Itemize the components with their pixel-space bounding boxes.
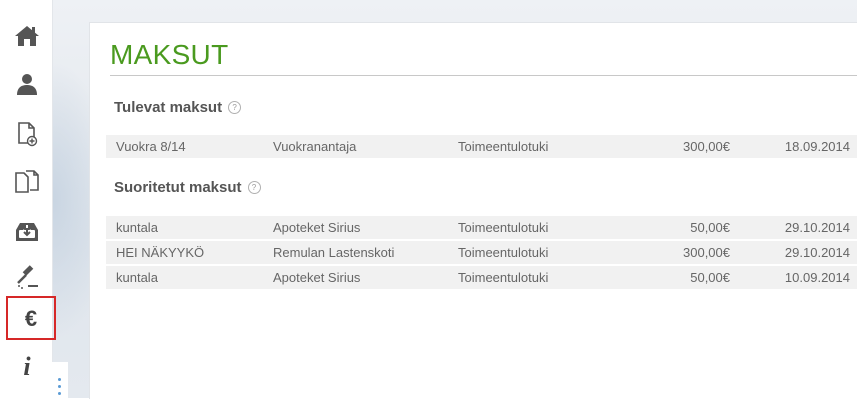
sidebar-item-payments[interactable]: € [6,296,56,340]
payment-date: 29.10.2014 [784,220,850,235]
upcoming-heading-label: Tulevat maksut [114,99,223,116]
inbox-download-icon [16,223,38,241]
payment-date: 18.09.2014 [784,139,850,154]
sidebar-item-home[interactable] [6,14,48,58]
table-row[interactable]: HEI NÄKYYKÖ Remulan Lastenskoti Toimeent… [106,241,857,266]
payments-panel: MAKSUT Tulevat maksut ? Vuokra 8/14 Vuok… [89,22,857,399]
help-icon[interactable]: ? [247,181,261,194]
completed-payments-table: kuntala Apoteket Sirius Toimeentulotuki … [106,216,857,291]
euro-icon: € [25,306,37,331]
payment-recipient: Vuokranantaja [273,139,357,154]
payment-recipient: Remulan Lastenskoti [273,245,395,260]
payment-amount: 300,00€ [683,245,730,260]
upcoming-payments-table: Vuokra 8/14 Vuokranantaja Toimeentulotuk… [106,135,857,160]
title-divider [110,75,857,76]
sidebar-item-new-document[interactable] [6,112,48,156]
sidebar-item-decisions[interactable] [6,256,48,300]
sidebar-item-documents[interactable] [6,160,48,204]
completed-heading-label: Suoritetut maksut [114,179,242,196]
payment-description: kuntala [116,220,158,235]
home-icon [15,26,39,46]
sidebar-nav: € i [0,0,56,398]
payment-type: Toimeentulotuki [458,270,549,285]
info-icon: i [23,352,31,380]
payment-recipient: Apoteket Sirius [273,270,361,285]
sidebar-resize-handle[interactable] [52,362,68,398]
sidebar-item-info[interactable]: i [6,344,48,388]
table-row[interactable]: kuntala Apoteket Sirius Toimeentulotuki … [106,216,857,241]
document-add-icon [18,122,38,147]
payment-type: Toimeentulotuki [458,139,549,154]
page-title: MAKSUT [110,39,229,70]
upcoming-payments-heading: Tulevat maksut ? [114,99,242,116]
documents-icon [15,170,39,193]
svg-text:€: € [25,306,37,331]
user-icon [17,74,37,95]
payment-description: kuntala [116,270,158,285]
svg-text:i: i [23,352,31,380]
payment-recipient: Apoteket Sirius [273,220,361,235]
payment-date: 29.10.2014 [784,245,850,260]
table-row[interactable]: kuntala Apoteket Sirius Toimeentulotuki … [106,266,857,291]
gavel-icon [17,265,38,289]
payment-type: Toimeentulotuki [458,245,549,260]
payment-date: 10.09.2014 [784,270,850,285]
sidebar-item-inbox[interactable] [6,210,48,254]
payment-amount: 50,00€ [690,220,730,235]
payment-description: HEI NÄKYYKÖ [116,245,205,260]
completed-payments-heading: Suoritetut maksut ? [114,179,261,196]
table-row[interactable]: Vuokra 8/14 Vuokranantaja Toimeentulotuk… [106,135,857,160]
payment-amount: 300,00€ [683,139,730,154]
payment-type: Toimeentulotuki [458,220,549,235]
payment-amount: 50,00€ [690,270,730,285]
help-icon[interactable]: ? [228,101,242,114]
sidebar-item-profile[interactable] [6,62,48,106]
payment-description: Vuokra 8/14 [116,139,186,154]
